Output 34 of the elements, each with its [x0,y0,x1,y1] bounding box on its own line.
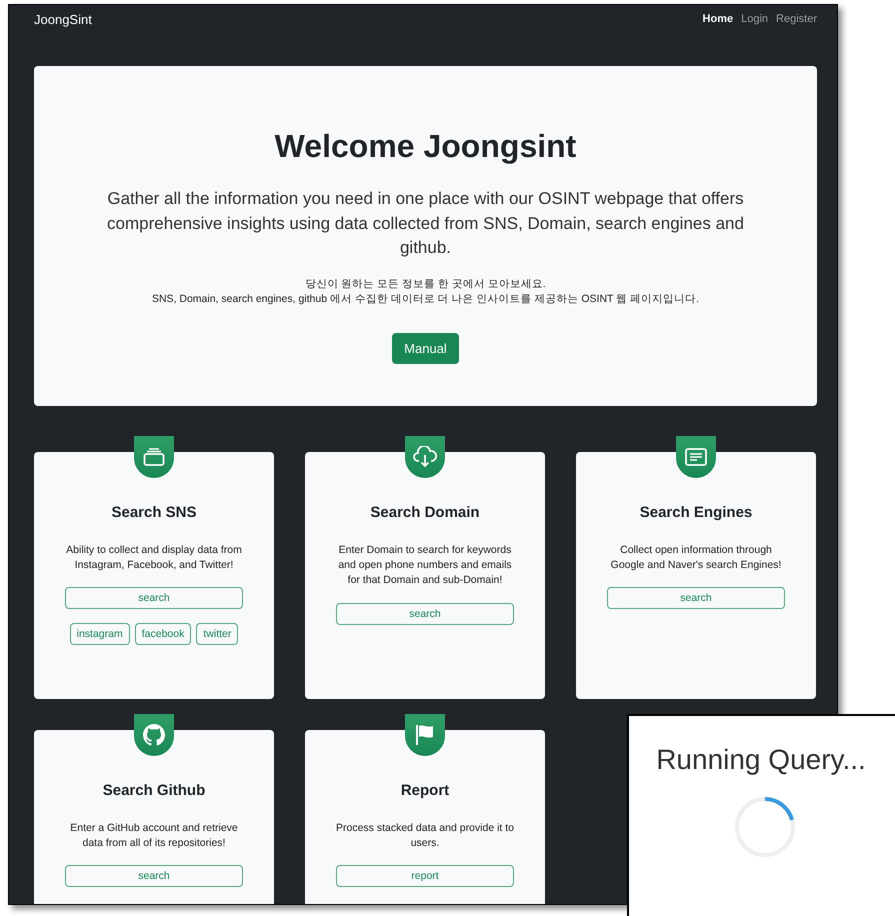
dialog-title: Running Query... [656,744,866,776]
brand-link[interactable]: JoongSint [34,12,92,26]
card-description: Process stacked data and provide it to users. [335,821,515,852]
manual-button[interactable]: Manual [392,333,459,364]
platform-button[interactable]: twitter [196,623,238,646]
card-title: Search Github [102,782,206,799]
card-title: Report [400,782,450,799]
hero-title: Welcome Joongsint [274,128,576,165]
search-button[interactable]: search [336,602,514,625]
card-description: Ability to collect and display data from Instagram, Facebook, and Twitter! [65,543,243,574]
platform-button[interactable]: facebook [134,623,192,646]
search-button[interactable]: search [65,865,243,888]
card-title: Search Domain [370,504,480,521]
platform-button[interactable]: instagram [70,623,130,646]
hero-korean-text: SNS, Domain, search engines, github 에서 수집한 데이터로 더 나은 인사이트를 제공하는 OSINT 웹 페이지입니다. [152,292,700,308]
search-button[interactable]: search [607,587,785,610]
flag-icon [415,724,435,746]
nav-link[interactable]: Home [702,13,734,25]
nav-link[interactable]: Login [741,13,768,25]
github-icon [143,724,165,746]
card-title: Search Engines [640,504,752,521]
cloud-download-icon [413,446,437,468]
search-button[interactable]: report [336,865,514,888]
stack-icon [143,448,165,466]
card-title: Search SNS [111,504,197,521]
hero-korean-text: 당신이 원하는 모든 정보를 한 곳에서 모아보세요. [304,276,547,292]
card-description: Collect open information through Google and Naver's search Engines! [610,543,782,574]
spinner-icon [734,796,796,858]
search-button[interactable]: search [65,587,243,610]
text-card-icon [685,448,707,466]
card-description: Enter Domain to search for keywords and open phone numbers and emails for that Domain and sub-Domain! [337,543,513,588]
card-description: Enter a GitHub account and retrieve data from all of its repositories! [69,821,239,852]
nav-link[interactable]: Register [776,13,817,25]
hero-lead: Gather all the information you need in one place with our OSINT webpage that offers comprehensive insights using data collected from SNS, Domain, search engines and github. [106,188,745,260]
